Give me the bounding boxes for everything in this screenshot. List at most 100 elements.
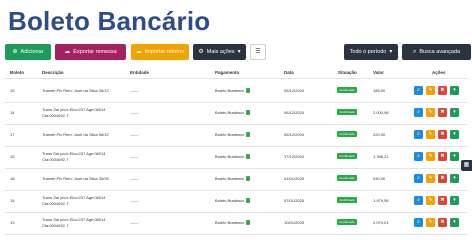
description-text: Cta:0004692-7	[42, 157, 69, 162]
document-icon	[246, 132, 251, 138]
payment-method: Boleto Bradesco	[215, 198, 251, 204]
add-button[interactable]: ⊕ Adicionar	[5, 44, 51, 60]
grid-icon: ▦	[463, 162, 470, 168]
boleto-number: 15	[10, 88, 15, 93]
view-button[interactable]: ⌕	[414, 218, 423, 227]
edit-icon: ✎	[428, 109, 433, 115]
edit-button[interactable]: ✎	[426, 152, 435, 161]
import-retorno-button[interactable]: ☁ Importar retorno	[131, 44, 189, 60]
more-icon: ▾	[453, 197, 456, 203]
row-divider	[5, 212, 467, 213]
advanced-search-button[interactable]: ⌕ Busca avançada	[402, 44, 471, 60]
payment-method: Boleto Bradesco	[215, 220, 251, 226]
import-button-label: Importar retorno	[144, 49, 185, 55]
date-text: 05/12/2024	[284, 88, 305, 93]
edit-icon: ✎	[428, 175, 433, 181]
entity-text: ------	[130, 88, 138, 93]
payment-method-label: Boleto Bradesco	[215, 154, 245, 159]
view-button[interactable]: ⌕	[414, 86, 423, 95]
more-button[interactable]: ▾	[450, 130, 459, 139]
edit-button[interactable]: ✎	[426, 130, 435, 139]
delete-button[interactable]: ✖	[438, 86, 447, 95]
page-title: Boleto Bancário	[8, 6, 211, 36]
row-divider	[5, 146, 467, 147]
view-icon: ⌕	[417, 153, 420, 159]
row-divider	[5, 234, 467, 235]
more-button[interactable]: ▾	[450, 152, 459, 161]
delete-button[interactable]: ✖	[438, 108, 447, 117]
view-button[interactable]: ⌕	[414, 130, 423, 139]
gears-icon: ⚙	[198, 49, 204, 55]
list-icon: ☰	[255, 49, 261, 55]
payment-method-label: Boleto Bradesco	[215, 220, 245, 225]
more-button[interactable]: ▾	[450, 108, 459, 117]
payment-method: Boleto Bradesco	[215, 110, 251, 116]
list-view-button[interactable]: ☰	[250, 44, 266, 60]
header-divider	[5, 78, 467, 79]
delete-icon: ✖	[440, 109, 445, 115]
column-header: Situação	[338, 70, 357, 75]
document-icon	[246, 154, 251, 160]
date-text: 06/12/2024	[284, 110, 305, 115]
row-divider	[5, 102, 467, 103]
entity-text: ------	[130, 154, 138, 159]
value-text: 1.398,21	[373, 154, 389, 159]
edit-button[interactable]: ✎	[426, 218, 435, 227]
description-text: Trans Sal p/c/c Elco:237 Age:08014	[42, 151, 106, 156]
column-header: Entidade	[130, 70, 150, 75]
export-remessa-button[interactable]: ☁ Exportar remessa	[55, 44, 126, 60]
document-icon	[246, 88, 251, 94]
document-icon	[246, 176, 251, 182]
date-text: 10/01/2025	[284, 220, 305, 225]
delete-button[interactable]: ✖	[438, 152, 447, 161]
more-button[interactable]: ▾	[450, 218, 459, 227]
plus-circle-icon: ⊕	[12, 49, 18, 55]
edit-button[interactable]: ✎	[426, 174, 435, 183]
view-icon: ⌕	[417, 175, 420, 181]
view-button[interactable]: ⌕	[414, 196, 423, 205]
payment-method-label: Boleto Bradesco	[215, 198, 245, 203]
edit-button[interactable]: ✎	[426, 108, 435, 117]
view-icon: ⌕	[417, 197, 420, 203]
delete-button[interactable]: ✖	[438, 130, 447, 139]
value-text: 930,00	[373, 176, 386, 181]
view-button[interactable]: ⌕	[414, 174, 423, 183]
boleto-number: 15	[10, 154, 15, 159]
side-panel-toggle[interactable]: ▦	[461, 160, 472, 171]
description-text: Cta:0004692-7	[42, 113, 69, 118]
caret-down-icon: ▾	[237, 49, 241, 55]
more-icon: ▾	[453, 109, 456, 115]
view-button[interactable]: ⌕	[414, 108, 423, 117]
view-button[interactable]: ⌕	[414, 152, 423, 161]
status-badge: Confirmado	[337, 197, 357, 203]
delete-button[interactable]: ✖	[438, 218, 447, 227]
more-icon: ▾	[453, 131, 456, 137]
column-header: Boleto	[10, 70, 24, 75]
description-text: Transfe Pix Rem: José da Silva 30/26	[42, 175, 109, 181]
more-icon: ▾	[453, 87, 456, 93]
column-header: Valor	[373, 70, 385, 75]
entity-text: ------	[130, 110, 138, 115]
period-dropdown[interactable]: Todo o período ▾	[344, 44, 398, 60]
edit-button[interactable]: ✎	[426, 196, 435, 205]
column-header: Pagamento	[215, 70, 240, 75]
entity-text: ------	[130, 198, 138, 203]
date-text: 01/01/2025	[284, 176, 305, 181]
more-button[interactable]: ▾	[450, 196, 459, 205]
delete-button[interactable]: ✖	[438, 174, 447, 183]
more-actions-dropdown[interactable]: ⚙ Mais ações ▾	[193, 44, 246, 60]
edit-button[interactable]: ✎	[426, 86, 435, 95]
status-badge: Confirmado	[337, 219, 357, 225]
caret-down-icon: ▾	[389, 49, 393, 55]
status-badge: Confirmado	[337, 153, 357, 159]
row-divider	[5, 124, 467, 125]
payment-method-label: Boleto Bradesco	[215, 88, 245, 93]
cloud-download-icon: ☁	[135, 49, 142, 55]
more-button[interactable]: ▾	[450, 86, 459, 95]
delete-button[interactable]: ✖	[438, 196, 447, 205]
status-badge: Confirmado	[337, 131, 357, 137]
value-text: 2.074,01	[373, 220, 389, 225]
edit-icon: ✎	[428, 197, 433, 203]
description-text: Trans Sal p/c/c Elco:237 Age:08014	[42, 107, 106, 112]
more-button[interactable]: ▾	[450, 174, 459, 183]
